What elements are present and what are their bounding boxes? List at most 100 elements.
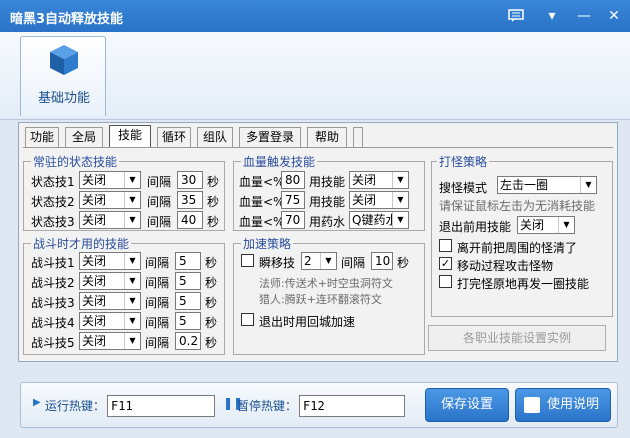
search-mode-label: 搜怪模式 bbox=[439, 181, 488, 195]
hp-skill-select[interactable]: 关闭 ▼ bbox=[349, 191, 409, 209]
unit-seconds: 秒 bbox=[207, 175, 220, 189]
hp-use-label: 用药水 bbox=[309, 215, 346, 229]
tab-global[interactable]: 全局 bbox=[65, 127, 103, 147]
hp-threshold-input[interactable]: 75 bbox=[281, 191, 305, 209]
instant-skill-label: 瞬移技 bbox=[259, 256, 296, 270]
help-button[interactable]: 使用说明 bbox=[515, 388, 611, 422]
exit-skill-label: 退出前用技能 bbox=[439, 220, 512, 234]
city-speed-checkbox[interactable] bbox=[241, 313, 254, 326]
tab-team[interactable]: 组队 bbox=[197, 127, 233, 147]
fight-strategy-title: 打怪策略 bbox=[437, 153, 490, 170]
clear-nearby-label: 离开前把周围的怪清了 bbox=[457, 241, 578, 255]
potion-select[interactable]: Q键药水 ▼ bbox=[349, 211, 409, 229]
battle-skill-select[interactable]: 关闭 ▼ bbox=[79, 252, 141, 270]
mage-hint: 法师:传送术+时空虫洞符文 bbox=[259, 277, 393, 290]
chevron-down-icon: ▼ bbox=[392, 172, 408, 188]
battle-interval-input[interactable]: 5 bbox=[175, 292, 201, 310]
chevron-down-icon: ▼ bbox=[124, 212, 140, 228]
resident-interval-input[interactable]: 30 bbox=[177, 171, 203, 189]
pause-hotkey-label: 暂停热键： bbox=[237, 399, 298, 413]
battle-interval-input[interactable]: 5 bbox=[175, 252, 201, 270]
recast-checkbox[interactable] bbox=[439, 275, 452, 288]
hp-threshold-label: 血量<% bbox=[239, 195, 285, 209]
book-icon bbox=[524, 397, 540, 413]
basic-function-label: 基础功能 bbox=[37, 91, 90, 106]
search-mode-select[interactable]: 左击一圈 ▼ bbox=[497, 176, 597, 194]
chevron-down-icon: ▼ bbox=[124, 293, 140, 309]
unit-seconds: 秒 bbox=[205, 296, 218, 310]
speed-strategy-title: 加速策略 bbox=[241, 235, 294, 252]
pause-hotkey-input[interactable]: F12 bbox=[299, 395, 405, 417]
recast-label: 打完怪原地再发一圈技能 bbox=[457, 277, 590, 291]
chevron-down-icon: ▼ bbox=[124, 333, 140, 349]
run-hotkey-input[interactable]: F11 bbox=[107, 395, 215, 417]
unit-seconds: 秒 bbox=[205, 256, 218, 270]
tab-skills[interactable]: 技能 bbox=[109, 125, 151, 147]
help-button-label: 使用说明 bbox=[546, 397, 599, 412]
hp-trigger-title: 血量触发技能 bbox=[241, 153, 318, 170]
unit-seconds: 秒 bbox=[207, 195, 220, 209]
chevron-down-icon: ▼ bbox=[124, 192, 140, 208]
resident-skill-select[interactable]: 关闭 ▼ bbox=[79, 171, 141, 189]
minimize-icon[interactable]: — bbox=[571, 5, 597, 27]
tab-loop[interactable]: 循环 bbox=[157, 127, 191, 147]
chevron-down-icon: ▼ bbox=[124, 273, 140, 289]
basic-function-button[interactable]: 基础功能 bbox=[20, 36, 106, 116]
resident-interval-input[interactable]: 40 bbox=[177, 211, 203, 229]
interval-label: 间隔 bbox=[145, 256, 170, 270]
city-speed-label: 退出时用回城加速 bbox=[259, 315, 356, 329]
chevron-down-icon: ▼ bbox=[124, 313, 140, 329]
unit-seconds: 秒 bbox=[397, 256, 410, 270]
clear-nearby-checkbox[interactable] bbox=[439, 239, 452, 252]
chevron-down-icon: ▼ bbox=[320, 253, 336, 269]
resident-skill-select[interactable]: 关闭 ▼ bbox=[79, 191, 141, 209]
tab-function[interactable]: 功能 bbox=[25, 127, 59, 147]
tab-spare bbox=[353, 127, 363, 147]
chevron-down-icon: ▼ bbox=[580, 177, 596, 193]
battle-interval-input[interactable]: 5 bbox=[175, 272, 201, 290]
attack-while-moving-checkbox[interactable]: ✓ bbox=[439, 257, 452, 270]
resident-interval-input[interactable]: 35 bbox=[177, 191, 203, 209]
chevron-down-icon: ▼ bbox=[558, 217, 574, 233]
hp-skill-select[interactable]: 关闭 ▼ bbox=[349, 171, 409, 189]
chevron-down-icon: ▼ bbox=[124, 172, 140, 188]
battle-skills-title: 战斗时才用的技能 bbox=[31, 235, 132, 252]
hunter-hint: 猎人:腾跃+连环翻滚符文 bbox=[259, 293, 382, 306]
battle-skill-select[interactable]: 关闭 ▼ bbox=[79, 312, 141, 330]
resident-skill-label: 状态技1 bbox=[31, 175, 75, 189]
close-icon[interactable]: ✕ bbox=[601, 5, 627, 27]
hp-threshold-input[interactable]: 80 bbox=[281, 171, 305, 189]
chat-menu-icon[interactable] bbox=[503, 5, 529, 27]
instant-skill-select[interactable]: 2 ▼ bbox=[301, 252, 337, 270]
tab-help[interactable]: 帮助 bbox=[307, 127, 347, 147]
dropdown-menu-icon[interactable]: ▾ bbox=[539, 5, 565, 27]
instant-skill-checkbox[interactable] bbox=[241, 254, 254, 267]
instant-interval-input[interactable]: 10 bbox=[371, 252, 393, 270]
exit-skill-select[interactable]: 关闭 ▼ bbox=[517, 216, 575, 234]
interval-label: 间隔 bbox=[147, 215, 172, 229]
tab-multi-login[interactable]: 多置登录 bbox=[239, 127, 301, 147]
window-title: 暗黑3自动释放技能 bbox=[10, 12, 124, 27]
battle-skill-label: 战斗技5 bbox=[31, 336, 75, 350]
interval-label: 间隔 bbox=[341, 256, 366, 270]
battle-skill-select[interactable]: 关闭 ▼ bbox=[79, 272, 141, 290]
battle-interval-input[interactable]: 5 bbox=[175, 312, 201, 330]
unit-seconds: 秒 bbox=[207, 215, 220, 229]
hp-threshold-input[interactable]: 70 bbox=[281, 211, 305, 229]
mouse-hint: 请保证鼠标左击为无消耗技能 bbox=[439, 199, 596, 213]
interval-label: 间隔 bbox=[145, 276, 170, 290]
battle-skill-select[interactable]: 关闭 ▼ bbox=[79, 332, 141, 350]
tab-divider bbox=[23, 147, 613, 148]
battle-interval-input[interactable]: 0.2 bbox=[175, 332, 201, 350]
unit-seconds: 秒 bbox=[205, 276, 218, 290]
title-bar: 暗黑3自动释放技能 ▾ — ✕ bbox=[0, 0, 630, 32]
class-examples-button[interactable]: 各职业技能设置实例 bbox=[428, 325, 606, 351]
battle-skill-select[interactable]: 关闭 ▼ bbox=[79, 292, 141, 310]
resident-skills-title: 常驻的状态技能 bbox=[31, 153, 120, 170]
hotkey-bar: ▶ 运行热键： F11 ❚❚ 暂停热键： F12 保存设置 使用说明 bbox=[20, 382, 618, 428]
interval-label: 间隔 bbox=[145, 296, 170, 310]
resident-skill-label: 状态技3 bbox=[31, 215, 75, 229]
save-settings-button[interactable]: 保存设置 bbox=[425, 388, 509, 422]
interval-label: 间隔 bbox=[147, 195, 172, 209]
resident-skill-select[interactable]: 关闭 ▼ bbox=[79, 211, 141, 229]
